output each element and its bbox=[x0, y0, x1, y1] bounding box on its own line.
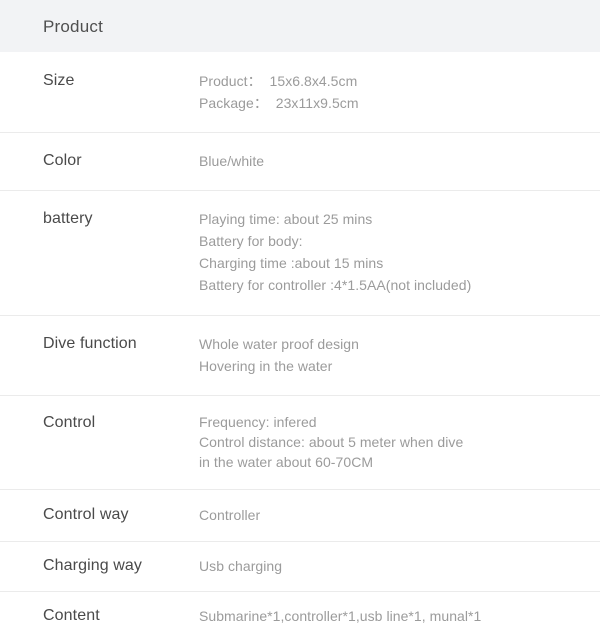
spec-value-line: Whole water proof design bbox=[199, 336, 359, 352]
spec-value-line: Blue/white bbox=[199, 153, 265, 169]
spec-label: battery bbox=[43, 210, 93, 227]
spec-value: Product： 15x6.8x4.5cm Package： 23x11x9.5… bbox=[199, 70, 575, 114]
spec-value-line: Battery for controller :4*1.5AA(not incl… bbox=[199, 277, 472, 293]
spec-value-line: Frequency: infered bbox=[199, 414, 317, 430]
spec-value-line: Playing time: about 25 mins bbox=[199, 211, 373, 227]
spec-value-line: Hovering in the water bbox=[199, 358, 333, 374]
table-row: Control Frequency: infered Control dista… bbox=[0, 395, 600, 489]
spec-label: Size bbox=[43, 72, 75, 89]
spec-sheet-header: Product bbox=[0, 0, 600, 52]
spec-value: Blue/white bbox=[199, 150, 575, 172]
spec-value-line: Charging time :about 15 mins bbox=[199, 255, 384, 271]
spec-value-line: Submarine*1,controller*1,usb line*1, mun… bbox=[199, 608, 482, 624]
spec-table: Size Product： 15x6.8x4.5cm Package： 23x1… bbox=[0, 52, 600, 641]
spec-value: Playing time: about 25 mins Battery for … bbox=[199, 208, 575, 296]
table-row: Color Blue/white bbox=[0, 132, 600, 190]
spec-value-line: Control distance: about 5 meter when div… bbox=[199, 434, 464, 450]
spec-label: Charging way bbox=[43, 557, 143, 574]
spec-value-line: Package： 23x11x9.5cm bbox=[199, 95, 359, 111]
spec-label: Content bbox=[43, 607, 100, 624]
spec-value-line: in the water about 60-70CM bbox=[199, 454, 374, 470]
spec-value: Controller bbox=[199, 504, 575, 526]
spec-value: Whole water proof design Hovering in the… bbox=[199, 333, 575, 377]
table-row: Control way Controller bbox=[0, 489, 600, 541]
table-row: Size Product： 15x6.8x4.5cm Package： 23x1… bbox=[0, 52, 600, 132]
spec-value: Frequency: infered Control distance: abo… bbox=[199, 412, 575, 472]
product-spec-sheet: Product Size Product： 15x6.8x4.5cm Packa… bbox=[0, 0, 600, 624]
spec-label: Color bbox=[43, 152, 82, 169]
table-row: Charging way Usb charging bbox=[0, 541, 600, 591]
spec-label: Control bbox=[43, 414, 96, 431]
table-row: battery Playing time: about 25 mins Batt… bbox=[0, 190, 600, 315]
spec-label: Dive function bbox=[43, 335, 137, 352]
spec-value-line: Usb charging bbox=[199, 558, 283, 574]
spec-value-line: Product： 15x6.8x4.5cm bbox=[199, 73, 358, 89]
table-row: Dive function Whole water proof design H… bbox=[0, 315, 600, 395]
table-row: Content Submarine*1,controller*1,usb lin… bbox=[0, 591, 600, 641]
spec-value-line: Controller bbox=[199, 507, 261, 523]
spec-value-line: Battery for body: bbox=[199, 233, 303, 249]
spec-label: Control way bbox=[43, 506, 129, 523]
spec-value: Submarine*1,controller*1,usb line*1, mun… bbox=[199, 605, 575, 627]
page-title: Product bbox=[43, 16, 103, 36]
spec-value: Usb charging bbox=[199, 555, 575, 577]
